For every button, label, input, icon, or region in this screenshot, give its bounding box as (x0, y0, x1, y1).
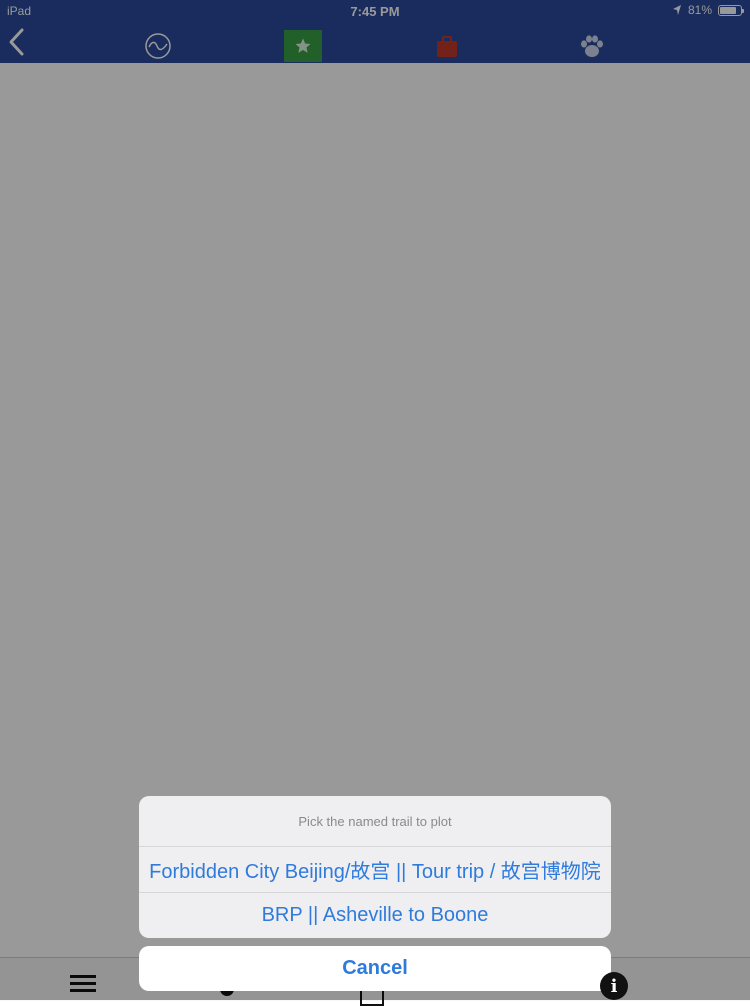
trail-option-brp[interactable]: BRP || Asheville to Boone (139, 893, 611, 938)
info-icon[interactable]: i (600, 972, 628, 1000)
trail-option-forbidden-city[interactable]: Forbidden City Beijing/故宫 || Tour trip /… (139, 847, 611, 893)
action-sheet: Pick the named trail to plot Forbidden C… (139, 796, 611, 938)
action-sheet-title: Pick the named trail to plot (139, 796, 611, 847)
cancel-button[interactable]: Cancel (139, 946, 611, 991)
